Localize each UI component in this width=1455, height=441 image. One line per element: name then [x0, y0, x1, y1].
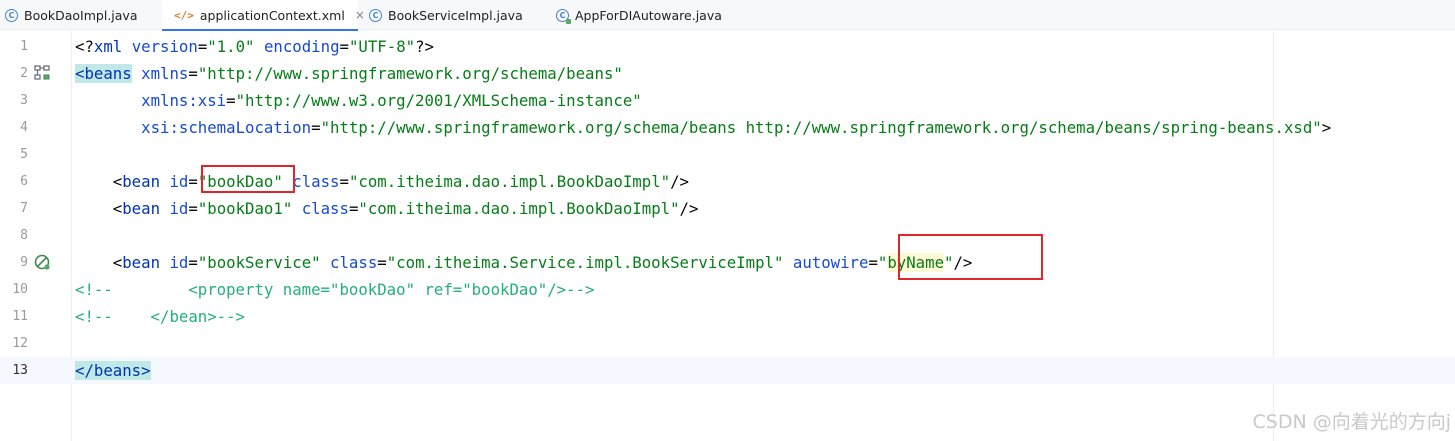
- tab-label: AppForDIAutoware.java: [575, 7, 722, 23]
- editor-tab-bar: C BookDaoImpl.java </> applicationContex…: [0, 0, 1455, 31]
- line-number: 12: [12, 336, 28, 351]
- code-text[interactable]: xmlns:xsi="http://www.w3.org/2001/XMLSch…: [75, 87, 642, 114]
- code-text[interactable]: xsi:schemaLocation="http://www.springfra…: [75, 114, 1331, 141]
- xml-file-icon: </>: [174, 8, 194, 22]
- code-text[interactable]: <bean id="bookDao" class="com.itheima.da…: [75, 168, 689, 195]
- class-icon: C: [369, 8, 382, 22]
- line-number: 9: [20, 255, 28, 270]
- code-line: 2 <beans xmlns="http://www.springframewo…: [0, 60, 1455, 87]
- line-number: 10: [12, 282, 28, 297]
- code-line: 5: [0, 141, 1455, 168]
- line-number: 5: [20, 147, 28, 162]
- tab-bookdaoimpl[interactable]: C BookDaoImpl.java: [5, 0, 160, 30]
- line-number: 13: [12, 363, 28, 378]
- code-text[interactable]: <beans xmlns="http://www.springframework…: [75, 60, 623, 87]
- tab-label: BookDaoImpl.java: [24, 7, 138, 23]
- annotation-box-bookdao: [201, 165, 295, 193]
- class-icon: C: [5, 8, 18, 22]
- line-number: 3: [20, 93, 28, 108]
- code-line: 7 <bean id="bookDao1" class="com.itheima…: [0, 195, 1455, 222]
- spring-bean-gutter-icon[interactable]: [33, 253, 51, 271]
- code-line: 12: [0, 330, 1455, 357]
- code-comment[interactable]: <!-- </bean>-->: [75, 303, 245, 330]
- line-number: 4: [20, 120, 28, 135]
- line-number: 11: [12, 309, 28, 324]
- code-line: 10 <!-- <property name="bookDao" ref="bo…: [0, 276, 1455, 303]
- tab-bookserviceimpl[interactable]: C BookServiceImpl.java: [369, 0, 544, 30]
- line-number: 8: [20, 228, 28, 243]
- tab-appfordiautoware[interactable]: C AppForDIAutoware.java: [556, 0, 746, 30]
- runnable-class-icon: C: [556, 8, 571, 24]
- line-number: 1: [20, 39, 28, 54]
- code-line: 9 <bean id="bookService" class="com.ithe…: [0, 249, 1455, 276]
- tab-applicationcontext[interactable]: </> applicationContext.xml ×: [162, 0, 365, 31]
- tab-label: BookServiceImpl.java: [388, 7, 523, 23]
- code-line-current: 13 </beans>: [0, 357, 1455, 384]
- watermark: CSDN @向着光的方向j: [1252, 411, 1452, 433]
- code-line: 8: [0, 222, 1455, 249]
- annotation-box-byname: [898, 234, 1043, 280]
- code-line: 1 <?xml version="1.0" encoding="UTF-8"?>: [0, 33, 1455, 60]
- line-number: 6: [20, 174, 28, 189]
- code-line: 3 xmlns:xsi="http://www.w3.org/2001/XMLS…: [0, 87, 1455, 114]
- line-number: 7: [20, 201, 28, 216]
- code-text[interactable]: <bean id="bookDao1" class="com.itheima.d…: [75, 195, 699, 222]
- code-line: 11 <!-- </bean>-->: [0, 303, 1455, 330]
- close-icon[interactable]: ×: [355, 8, 365, 22]
- code-text[interactable]: </beans>: [75, 357, 151, 384]
- tab-label: applicationContext.xml: [199, 7, 345, 23]
- code-comment[interactable]: <!-- <property name="bookDao" ref="bookD…: [75, 276, 594, 303]
- code-text[interactable]: <bean id="bookService" class="com.itheim…: [75, 249, 972, 276]
- code-line: 4 xsi:schemaLocation="http://www.springf…: [0, 114, 1455, 141]
- code-text[interactable]: <?xml version="1.0" encoding="UTF-8"?>: [75, 33, 434, 60]
- spring-bean-structure-icon[interactable]: [33, 64, 51, 82]
- line-number: 2: [20, 66, 28, 81]
- code-editor[interactable]: 1 <?xml version="1.0" encoding="UTF-8"?>…: [0, 31, 1455, 441]
